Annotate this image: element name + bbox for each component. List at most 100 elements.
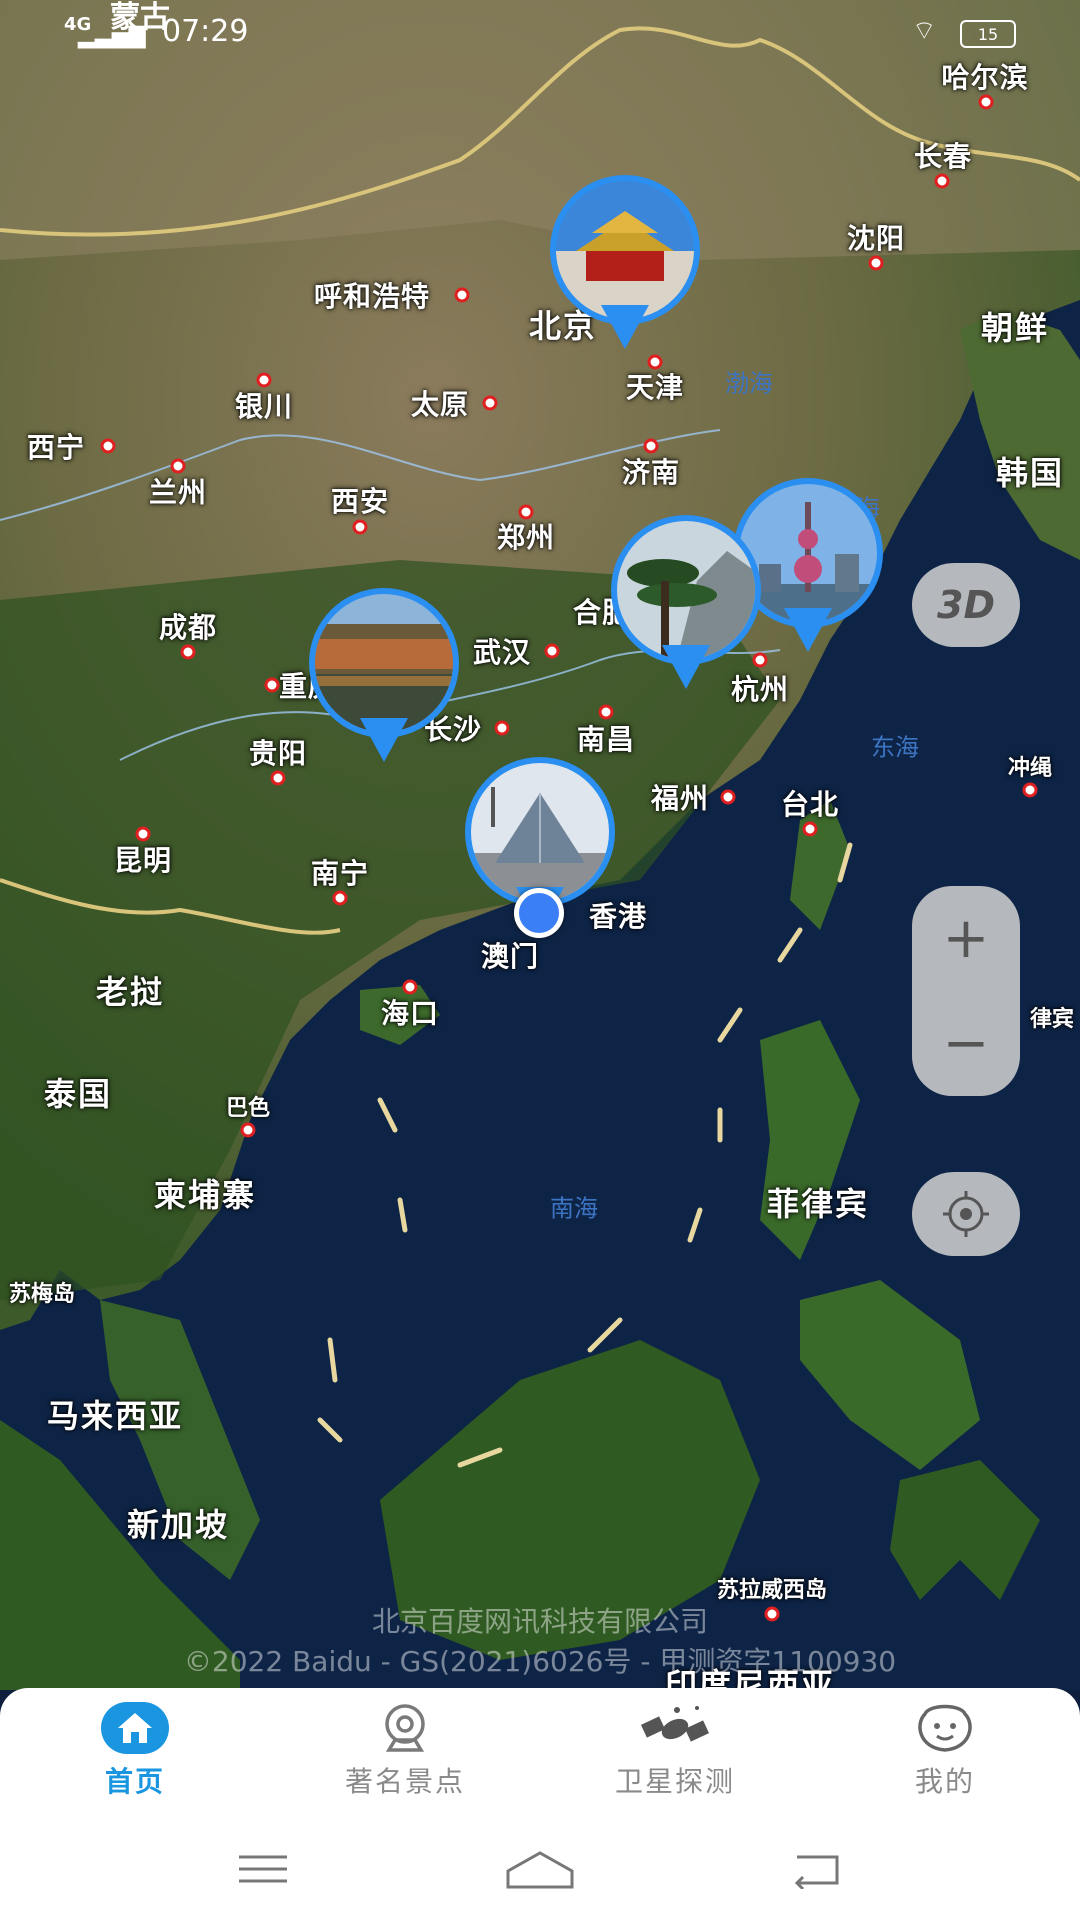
map-label: 西安 — [330, 485, 390, 518]
nav-home-label: 首页 — [104, 1765, 165, 1798]
city-dot — [544, 643, 560, 659]
nav-home[interactable]: 首页 — [0, 1688, 270, 1818]
map-label: 柬埔寨 — [153, 1176, 257, 1214]
map-label: 福州 — [650, 782, 710, 815]
city-dot — [264, 677, 280, 693]
nav-profile-label: 我的 — [914, 1765, 975, 1798]
battery-icon: 15 — [960, 20, 1016, 48]
zoom-out-button[interactable]: − — [943, 1011, 990, 1076]
home-nav-icon[interactable] — [502, 1847, 578, 1891]
map-label: 太原 — [410, 388, 470, 421]
nav-attractions-label: 著名景点 — [344, 1765, 465, 1798]
map-label: 苏梅岛 — [8, 1282, 76, 1307]
city-dot — [643, 438, 659, 454]
map-label: 朝鲜 — [980, 309, 1050, 347]
city-dot — [402, 979, 418, 995]
map-label: 沈阳 — [846, 222, 906, 255]
bottom-nav: 首页 著名景点 卫星探测 我的 — [0, 1688, 1080, 1818]
current-location-marker — [514, 888, 564, 938]
sea-label: 南海 — [550, 1194, 598, 1223]
map-label: 银川 — [234, 390, 294, 423]
locate-button[interactable] — [912, 1172, 1020, 1256]
map-label: 苏拉威西岛 — [716, 1578, 828, 1603]
menu-icon[interactable] — [235, 1849, 291, 1889]
nav-attractions[interactable]: 著名景点 — [270, 1688, 540, 1818]
clock: 07:29 — [162, 14, 249, 49]
map-label: 南宁 — [310, 857, 370, 890]
city-dot — [494, 720, 510, 736]
city-dot — [170, 458, 186, 474]
zoom-in-button[interactable]: + — [943, 906, 990, 971]
city-dot — [868, 255, 884, 271]
map-label: 冲绳 — [1007, 756, 1053, 781]
city-dot — [802, 821, 818, 837]
city-dot — [180, 644, 196, 660]
city-dot — [482, 395, 498, 411]
satellite-map[interactable]: 4G ▂▃▅▇ 蒙古 07:29 ⌔ 15 哈尔滨 长春 沈阳 朝鲜 北京 呼和浩特 天津银… — [0, 0, 1080, 1690]
system-nav-bar — [0, 1818, 1080, 1920]
copyright-company: 北京百度网讯科技有限公司 — [371, 1605, 709, 1638]
map-label: 韩国 — [995, 454, 1065, 492]
city-dot — [978, 94, 994, 110]
map-label: 巴色 — [225, 1096, 271, 1121]
3d-toggle-button[interactable]: 3D — [912, 563, 1020, 647]
zoom-control: + − — [912, 886, 1020, 1096]
map-label: 西宁 — [26, 431, 86, 464]
map-label: 海口 — [380, 997, 440, 1030]
map-label: 郑州 — [496, 521, 556, 554]
map-label: 新加坡 — [126, 1506, 230, 1544]
huangshan-pine-photo — [617, 521, 755, 659]
city-dot — [934, 173, 950, 189]
map-label: 成都 — [158, 611, 218, 644]
partial-region-label: 蒙古 — [110, 0, 170, 35]
back-icon[interactable] — [789, 1849, 845, 1889]
map-label: 天津 — [625, 371, 685, 404]
sea-label: 东海 — [871, 733, 919, 762]
city-dot — [135, 826, 151, 842]
satellite-icon — [640, 1706, 710, 1742]
map-label: 呼和浩特 — [313, 280, 431, 313]
map-label: 菲律宾 — [766, 1185, 870, 1223]
3d-label: 3D — [937, 583, 995, 627]
status-bar: 4G ▂▃▅▇ 蒙古 07:29 ⌔ 15 — [0, 0, 1080, 60]
city-dot — [454, 287, 470, 303]
home-icon — [101, 1702, 169, 1754]
nav-satellite-label: 卫星探测 — [614, 1765, 735, 1798]
city-dot — [764, 1606, 780, 1622]
map-label: 泰国 — [43, 1075, 113, 1113]
smiley-icon — [918, 1704, 972, 1752]
map-label: 长春 — [913, 140, 973, 173]
map-label: 台北 — [780, 788, 840, 821]
city-dot — [1022, 782, 1038, 798]
sea-label: 渤海 — [725, 369, 773, 398]
louvre-pyramid-photo — [471, 763, 609, 901]
map-label: 贵阳 — [248, 737, 308, 770]
city-dot — [352, 519, 368, 535]
city-dot — [256, 372, 272, 388]
forbidden-city-photo — [556, 181, 694, 319]
city-dot — [240, 1122, 256, 1138]
map-label: 武汉 — [472, 636, 532, 669]
fenghuang-ancient-town-photo — [315, 594, 453, 732]
pin-fenghuang[interactable] — [309, 588, 459, 773]
copyright-license: ©2022 Baidu - GS(2021)6026号 - 甲测资字110093… — [183, 1645, 897, 1678]
locate-icon — [943, 1191, 989, 1237]
nav-profile[interactable]: 我的 — [810, 1688, 1080, 1818]
nav-satellite[interactable]: 卫星探测 — [540, 1688, 810, 1818]
map-label: 昆明 — [113, 844, 173, 877]
city-dot — [270, 770, 286, 786]
city-dot — [598, 704, 614, 720]
wifi-icon: ⌔ — [912, 16, 937, 46]
map-label: 南昌 — [576, 723, 636, 756]
map-label: 哈尔滨 — [941, 61, 1029, 94]
webcam-icon — [385, 1704, 425, 1752]
pin-huangshan[interactable] — [611, 515, 761, 700]
map-label: 老挝 — [95, 973, 165, 1011]
pin-beijing[interactable] — [550, 175, 700, 360]
city-dot — [518, 504, 534, 520]
city-dot — [100, 438, 116, 454]
map-label: 马来西亚 — [46, 1397, 184, 1435]
map-label: 济南 — [621, 456, 681, 489]
city-dot — [720, 789, 736, 805]
map-label: 兰州 — [148, 476, 208, 509]
